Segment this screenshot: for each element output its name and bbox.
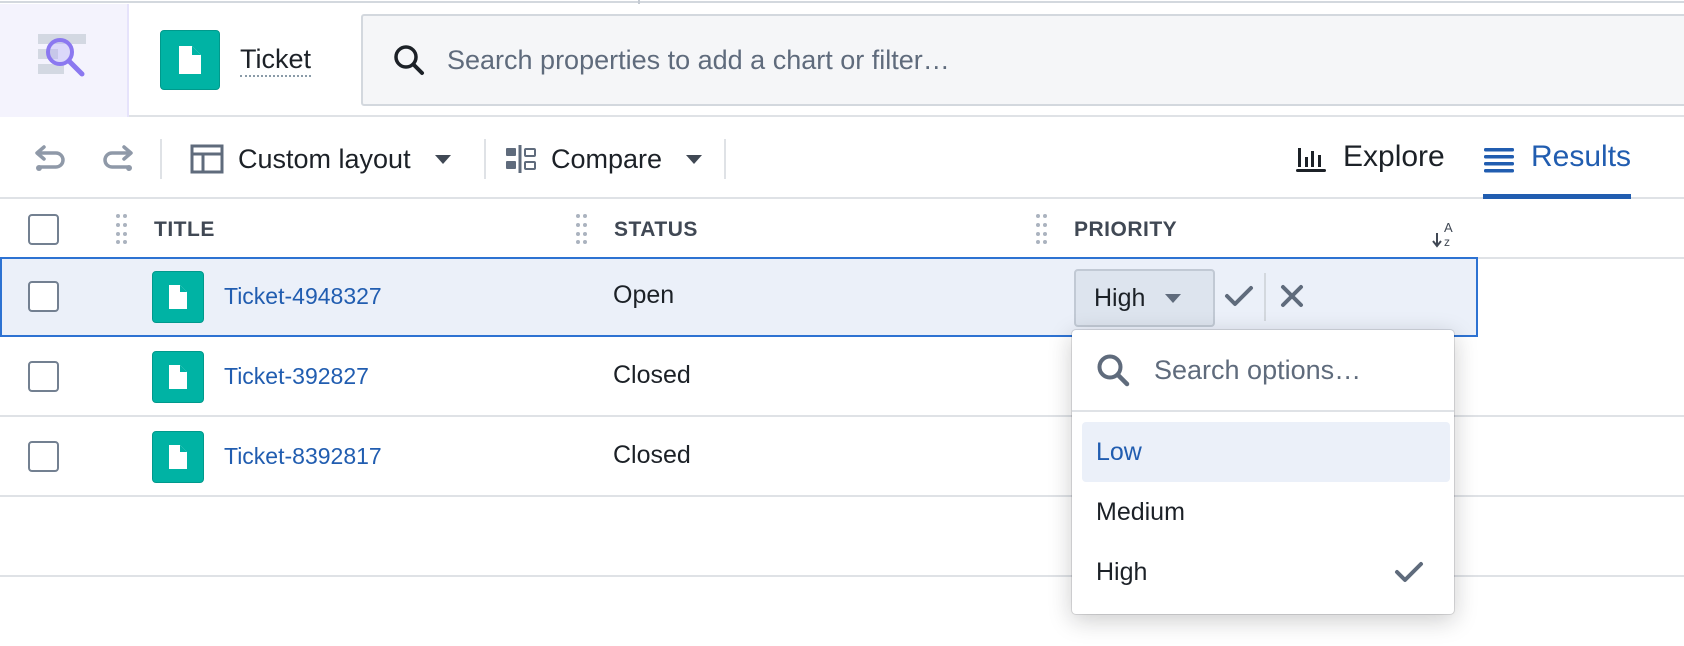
- list-icon: [1484, 148, 1514, 173]
- edit-divider: [1264, 273, 1266, 321]
- column-header-priority[interactable]: PRIORITY: [1074, 218, 1177, 242]
- chevron-down-icon: [686, 154, 703, 164]
- redo-button[interactable]: [102, 143, 136, 175]
- custom-layout-dropdown[interactable]: Custom layout: [190, 139, 451, 179]
- tab-explore[interactable]: Explore: [1295, 137, 1445, 199]
- priority-options-popover: Low Medium High: [1072, 330, 1454, 614]
- priority-select[interactable]: High: [1074, 269, 1215, 327]
- ticket-title-link[interactable]: Ticket-392827: [224, 363, 369, 390]
- header: Ticket Search properties to add a chart …: [0, 4, 1684, 117]
- column-header-status[interactable]: STATUS: [614, 218, 698, 242]
- document-icon: [152, 271, 204, 323]
- toolbar-divider: [724, 139, 726, 179]
- select-all-checkbox[interactable]: [28, 214, 59, 245]
- ticket-title-link[interactable]: Ticket-4948327: [224, 283, 382, 310]
- drag-handle-icon[interactable]: [116, 214, 128, 244]
- document-icon: [160, 30, 220, 90]
- close-icon: [1281, 285, 1303, 307]
- layout-icon: [190, 144, 224, 174]
- property-search-input[interactable]: Search properties to add a chart or filt…: [361, 14, 1684, 106]
- check-icon: [1225, 286, 1253, 306]
- column-header-title[interactable]: TITLE: [154, 218, 215, 242]
- undo-button[interactable]: [32, 143, 66, 175]
- option-medium[interactable]: Medium: [1082, 482, 1450, 542]
- row-checkbox[interactable]: [28, 361, 59, 392]
- undo-icon: [35, 145, 65, 171]
- table-row[interactable]: Ticket-4948327 Open High: [0, 257, 1478, 337]
- option-label: Medium: [1096, 497, 1185, 526]
- status-cell: Closed: [613, 361, 691, 389]
- row-checkbox[interactable]: [28, 281, 59, 312]
- compare-label: Compare: [551, 143, 663, 174]
- option-high[interactable]: High: [1082, 542, 1450, 602]
- cancel-edit-button[interactable]: [1277, 281, 1307, 316]
- search-placeholder: Search properties to add a chart or filt…: [447, 44, 950, 75]
- toolbar-divider: [160, 139, 162, 179]
- confirm-edit-button[interactable]: [1224, 281, 1254, 316]
- status-cell: Closed: [613, 441, 691, 469]
- option-low[interactable]: Low: [1082, 422, 1450, 482]
- search-icon: [1097, 354, 1130, 387]
- top-divider: [0, 0, 1684, 4]
- app-search-logo-icon: [38, 34, 86, 77]
- status-cell: Open: [613, 281, 675, 309]
- tab-results-label: Results: [1531, 140, 1632, 173]
- ticket-title-link[interactable]: Ticket-8392817: [224, 443, 382, 470]
- option-label: High: [1096, 557, 1148, 586]
- svg-text:A: A: [1444, 220, 1453, 235]
- chevron-down-icon: [1165, 293, 1182, 303]
- custom-layout-label: Custom layout: [238, 143, 411, 174]
- document-icon: [152, 351, 204, 403]
- app-logo[interactable]: [0, 4, 129, 117]
- search-icon: [394, 45, 424, 75]
- priority-select-value: High: [1094, 283, 1146, 312]
- chevron-down-icon: [434, 154, 451, 164]
- object-type-label[interactable]: Ticket: [240, 44, 312, 77]
- drag-handle-icon[interactable]: [576, 214, 588, 244]
- object-type-selector[interactable]: Ticket: [160, 30, 312, 90]
- toolbar-divider: [484, 139, 486, 179]
- svg-text:z: z: [1444, 235, 1450, 249]
- options-search: [1072, 330, 1454, 412]
- check-icon: [1395, 562, 1423, 582]
- redo-icon: [103, 145, 133, 171]
- drag-handle-icon[interactable]: [1036, 214, 1048, 244]
- compare-dropdown[interactable]: Compare: [505, 139, 703, 179]
- sort-alphabetical-icon[interactable]: A z: [1432, 219, 1458, 249]
- table-header: TITLE STATUS PRIORITY A z: [0, 201, 1684, 259]
- document-icon: [152, 431, 204, 483]
- tab-results[interactable]: Results: [1483, 137, 1632, 199]
- options-search-input[interactable]: [1154, 354, 1444, 386]
- toolbar: Custom layout Compare Explore Results: [0, 119, 1684, 199]
- row-checkbox[interactable]: [28, 441, 59, 472]
- bar-chart-icon: [1296, 148, 1326, 172]
- tab-explore-label: Explore: [1343, 140, 1445, 173]
- option-label: Low: [1096, 437, 1142, 466]
- compare-icon: [506, 145, 536, 173]
